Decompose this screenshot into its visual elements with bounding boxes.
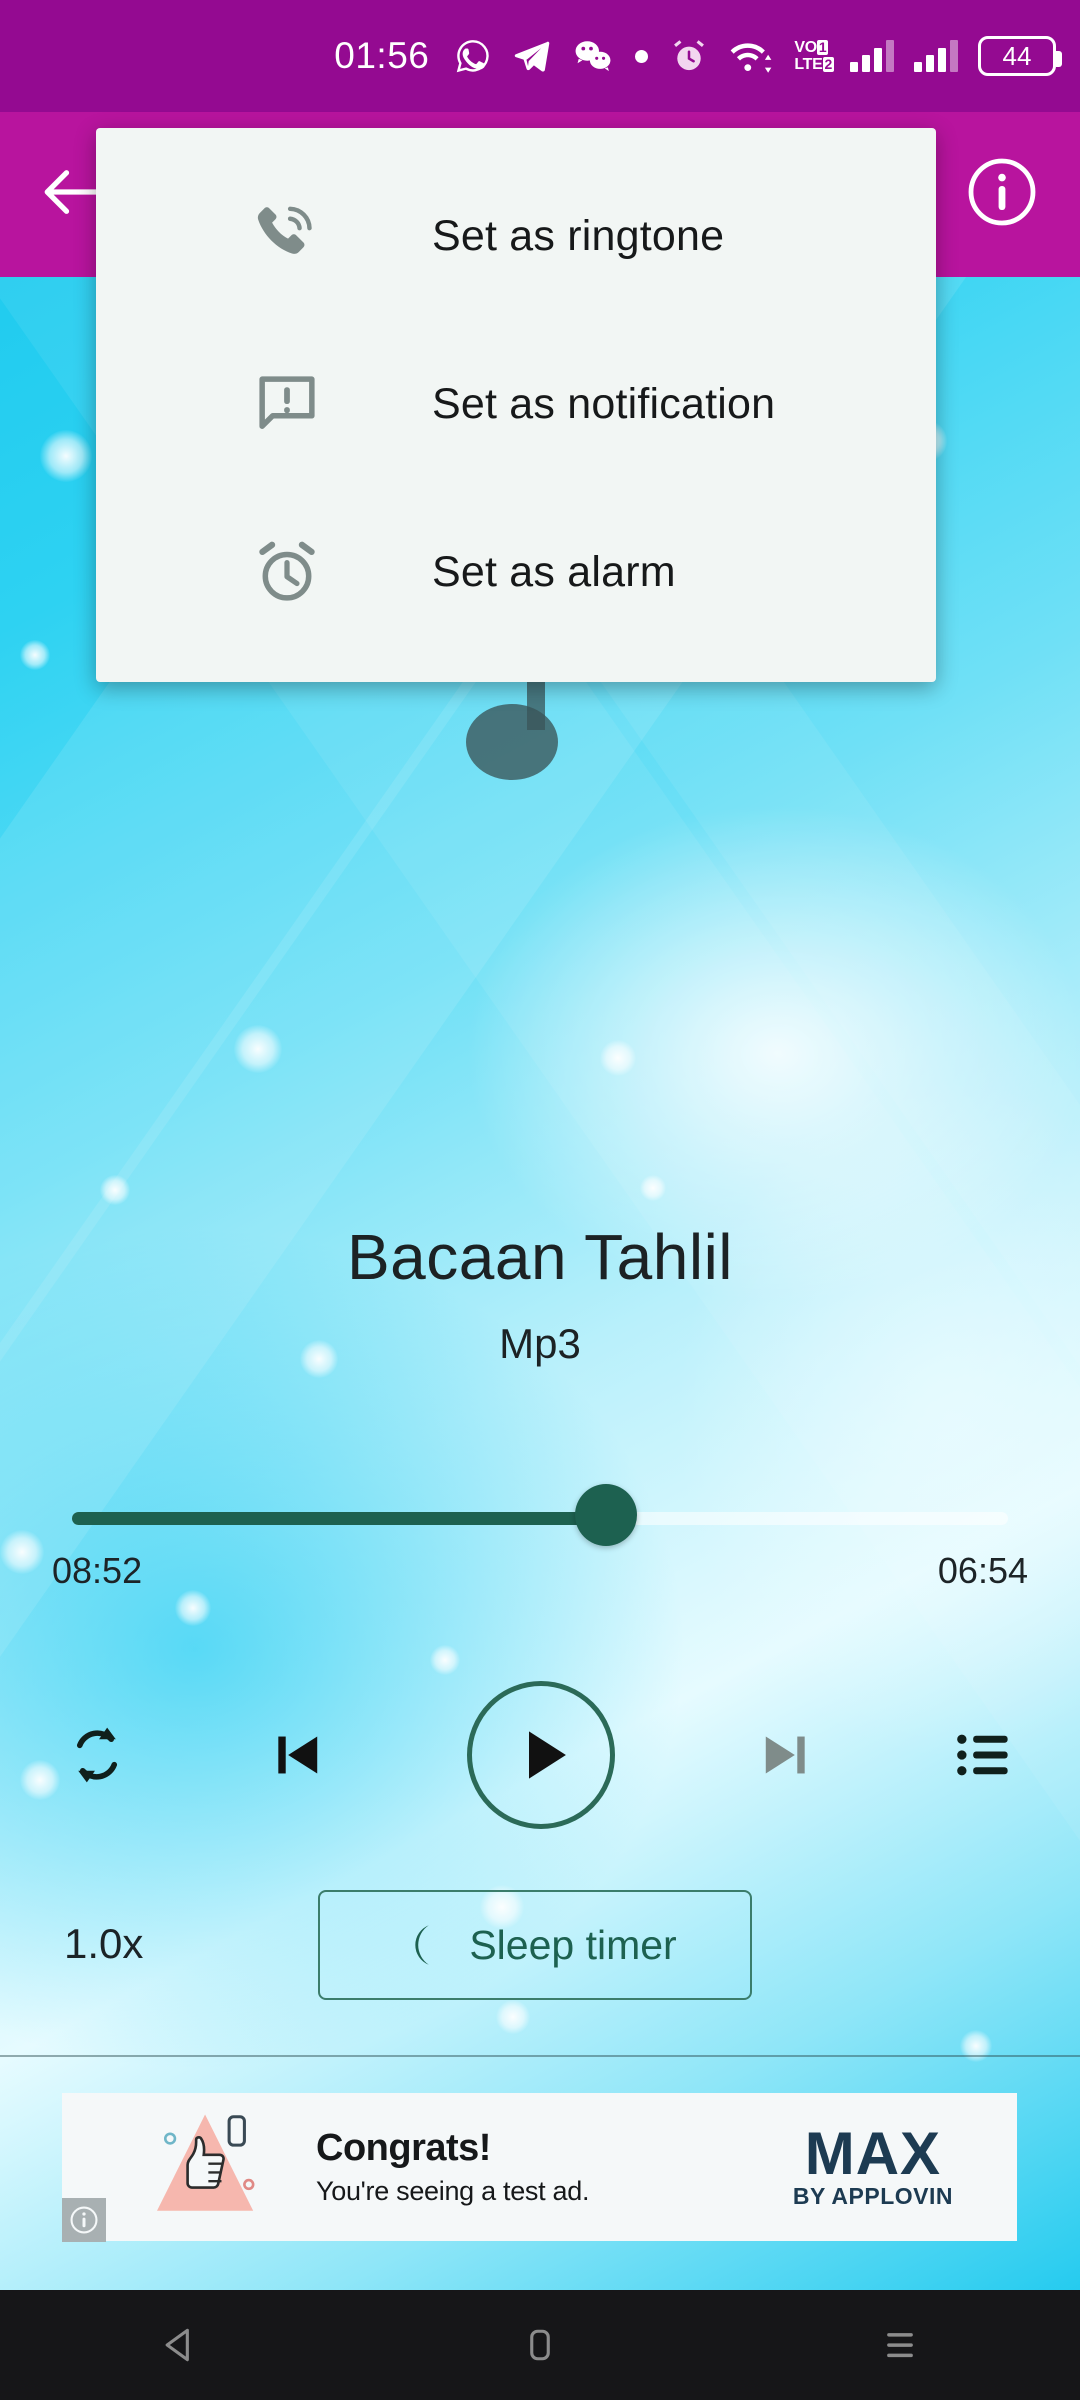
home-square-icon [530,2329,550,2361]
playback-controls [0,1660,1080,1850]
menu-item-label: Set as notification [432,379,776,428]
sleep-timer-label: Sleep timer [469,1921,677,1968]
nav-recent-button[interactable] [830,2290,970,2400]
skip-next-icon [765,1736,805,1774]
ad-banner[interactable]: Congrats! You're seeing a test ad. MAX B… [62,2093,1017,2241]
play-button[interactable] [467,1681,615,1829]
bokeh-dot [175,1590,211,1626]
battery-level-label: 44 [1002,40,1032,71]
whatsapp-icon [455,38,491,74]
repeat-icon [76,1727,118,1783]
dot-icon [635,49,649,63]
track-title: Bacaan Tahlil [346,1221,734,1293]
menu-item-set-as-alarm[interactable]: Set as alarm [96,488,936,656]
chat-alert-icon [251,368,323,440]
menu-item-set-as-notification[interactable]: Set as notification [96,320,936,488]
menu-item-label: Set as ringtone [432,211,725,260]
ad-info-icon [70,2206,98,2234]
time-elapsed-label: 08:52 [52,1550,143,1591]
skip-previous-icon [277,1736,317,1774]
play-icon [529,1731,566,1779]
status-bar-clock: 01:56 [334,35,430,76]
ad-divider [0,2055,1080,2057]
bokeh-dot [496,2000,530,2034]
bokeh-dot [40,430,92,482]
nav-back-button[interactable] [110,2290,250,2400]
thumbs-up-icon [157,2114,255,2211]
bokeh-dot [20,640,50,670]
seek-bar[interactable] [72,1484,1008,1546]
ad-brand: MAX BY APPLOVIN [792,2119,1017,2210]
signal-icon-1 [850,40,894,72]
track-subtitle: Mp3 [499,1320,581,1367]
ad-text-block: Congrats! You're seeing a test ad. [316,2127,589,2207]
next-button[interactable] [752,1723,816,1787]
playlist-icon [957,1734,1008,1776]
seek-bar-thumb[interactable] [574,1484,637,1546]
bokeh-dot [234,1025,282,1073]
system-navigation-bar [0,2290,1080,2400]
wifi-icon [730,38,772,74]
previous-button[interactable] [267,1723,331,1787]
battery-icon: 44 [978,36,1062,76]
context-menu: Set as ringtone Set as notification Set … [96,128,936,682]
wechat-icon [573,38,613,74]
bokeh-dot [640,1175,666,1201]
ad-headline: Congrats! [316,2127,491,2169]
bokeh-dot [960,2030,992,2062]
playlist-button[interactable] [952,1723,1016,1787]
bokeh-dot [0,1530,44,1574]
menu-item-label: Set as alarm [432,547,676,596]
alarm-icon [670,37,708,75]
ad-content: Congrats! You're seeing a test ad. [62,2108,793,2226]
info-button[interactable] [966,156,1038,233]
seek-bar-fill [72,1512,606,1525]
time-remaining-label: 06:54 [937,1550,1028,1591]
ad-brand-name: MAX [804,2119,942,2187]
telegram-icon [513,37,551,75]
phone-ring-icon [251,200,323,272]
info-circle-icon [968,158,1036,226]
sleep-timer-button[interactable]: Sleep timer [318,1890,752,2000]
ad-subtext: You're seeing a test ad. [316,2176,590,2206]
ad-info-badge[interactable] [62,2198,106,2242]
bokeh-dot [600,1040,636,1076]
alarm-clock-icon [251,536,323,608]
nav-home-button[interactable] [470,2290,610,2400]
volte-icon: VO 1 LTE 2 [794,39,834,73]
ad-brand-sub: BY APPLOVIN [792,2182,953,2209]
menu-item-set-as-ringtone[interactable]: Set as ringtone [96,152,936,320]
menu-lines-icon [887,2333,913,2358]
triangle-back-icon [165,2328,189,2362]
signal-icon-2 [914,40,958,72]
moon-icon [415,1925,430,1965]
bokeh-dot [100,1175,130,1205]
playback-speed-button[interactable]: 1.0x [64,1920,143,1968]
repeat-button[interactable] [64,1722,130,1788]
status-bar: 01:56 VO 1 LTE 2 44 [0,0,1080,112]
